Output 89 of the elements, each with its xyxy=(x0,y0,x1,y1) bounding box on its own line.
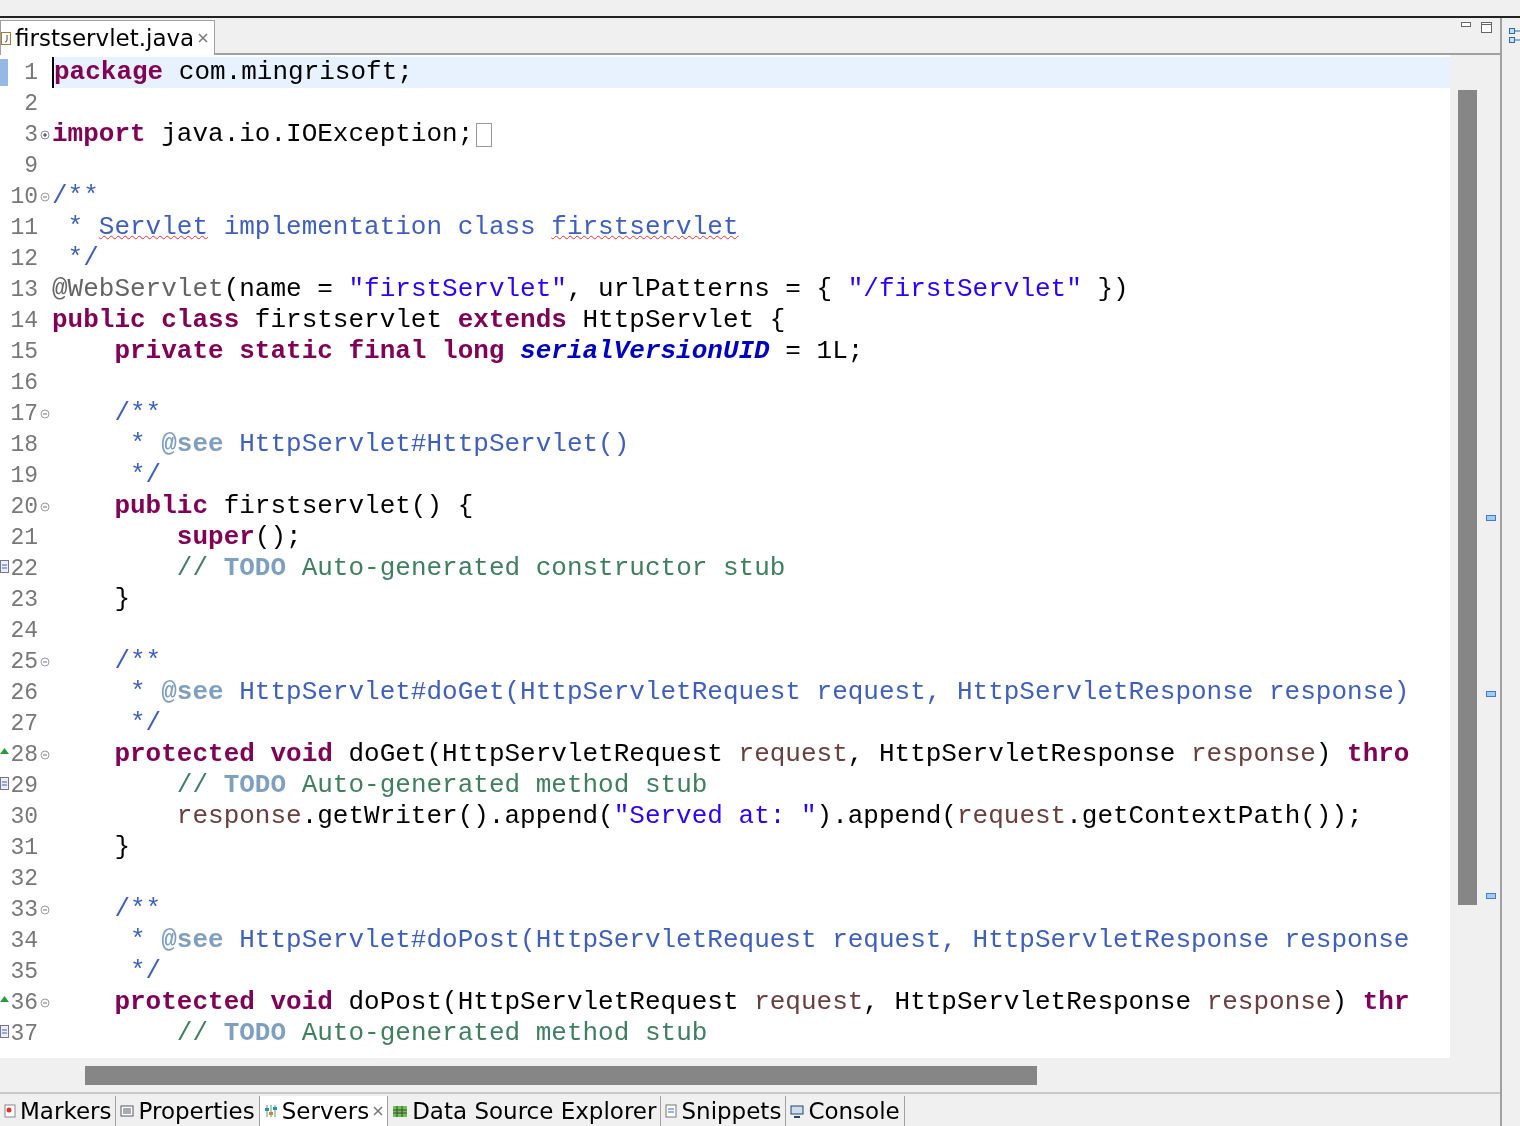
code-line: /** xyxy=(113,398,162,429)
line-number: 20 xyxy=(9,493,38,520)
code-line: /** xyxy=(52,181,99,212)
collapse-icon[interactable] xyxy=(40,657,50,667)
collapse-icon[interactable] xyxy=(40,502,50,512)
database-icon xyxy=(392,1104,409,1118)
line-number: 11 xyxy=(9,214,38,241)
line-number: 10 xyxy=(9,183,38,210)
overview-mark[interactable] xyxy=(1486,515,1496,521)
line-number: 31 xyxy=(9,834,38,861)
code-line: * @see HttpServlet#doPost(HttpServletRequest request, HttpServletResponse response xyxy=(129,925,1410,956)
line-number: 25 xyxy=(9,648,38,675)
line-number: 14 xyxy=(9,307,38,334)
code-line: } xyxy=(113,832,130,863)
code-line: * @see HttpServlet#HttpServlet() xyxy=(129,429,630,460)
code-line: */ xyxy=(129,708,162,739)
line-number: 13 xyxy=(9,276,38,303)
code-line: protected void doGet(HttpServletRequest request, HttpServletResponse response) thro xyxy=(113,739,1410,770)
code-line: protected void doPost(HttpServletRequest request, HttpServletResponse response) thr xyxy=(113,987,1410,1018)
code-line: */ xyxy=(129,956,162,987)
maximize-icon[interactable] xyxy=(1481,22,1492,33)
minimize-icon[interactable] xyxy=(1461,22,1471,27)
code-line: // TODO Auto-generated constructor stub xyxy=(175,553,786,584)
view-tab[interactable]: Servers xyxy=(259,1096,389,1126)
line-number: 24 xyxy=(9,617,38,644)
line-number: 9 xyxy=(23,152,38,179)
line-number: 17 xyxy=(9,400,38,427)
code-line: public class firstservlet extends HttpServlet { xyxy=(52,305,786,336)
line-number: 18 xyxy=(9,431,38,458)
code-line: public firstservlet() { xyxy=(113,491,474,522)
close-icon[interactable] xyxy=(373,1106,384,1116)
code-line: } xyxy=(113,584,130,615)
sliders-icon xyxy=(263,1104,278,1118)
line-number: 34 xyxy=(9,927,38,954)
overview-mark[interactable] xyxy=(1486,893,1496,899)
folded-code-icon[interactable] xyxy=(476,122,493,147)
markers-icon xyxy=(4,1104,16,1118)
line-number: 23 xyxy=(9,586,38,613)
line-number: 16 xyxy=(9,369,38,396)
code-line: /** xyxy=(113,646,162,677)
line-number: 15 xyxy=(9,338,38,365)
outline-icon[interactable] xyxy=(1509,28,1520,44)
code-line: */ xyxy=(66,243,99,274)
line-number: 2 xyxy=(23,90,38,117)
line-number: 37 xyxy=(9,1020,38,1047)
code-line: package com.mingrisoft; xyxy=(52,57,413,88)
code-line: * @see HttpServlet#doGet(HttpServletRequest request, HttpServletResponse response) xyxy=(129,677,1410,708)
line-number: 1 xyxy=(23,59,38,86)
code-line: // TODO Auto-generated method stub xyxy=(175,1018,708,1049)
code-line: * Servlet implementation class firstservlet xyxy=(66,212,739,243)
line-number: 29 xyxy=(9,772,38,799)
line-number: 19 xyxy=(9,462,38,489)
code-line: response.getWriter().append("Served at: ").append(request.getContextPath()); xyxy=(175,801,1363,832)
vertical-scrollbar[interactable] xyxy=(1450,55,1500,1058)
scroll-thumb[interactable] xyxy=(85,1066,1037,1085)
editor-tab[interactable]: firstservlet.java xyxy=(0,20,216,55)
line-number: 30 xyxy=(9,803,38,830)
scroll-thumb[interactable] xyxy=(1458,90,1477,905)
tab-label: firstservlet.java xyxy=(15,25,195,51)
line-number: 3 xyxy=(23,121,38,148)
code-line: @WebServlet(name = "firstServlet", urlPatterns = { "/firstServlet" }) xyxy=(52,274,1129,305)
collapse-icon[interactable] xyxy=(40,905,50,915)
code-line: private static final long serialVersionUID = 1L; xyxy=(113,336,864,367)
monitor-icon xyxy=(790,1104,805,1118)
line-number: 27 xyxy=(9,710,38,737)
collapse-icon[interactable] xyxy=(40,409,50,419)
close-icon[interactable] xyxy=(198,33,209,43)
line-number: 12 xyxy=(9,245,38,272)
collapse-icon[interactable] xyxy=(40,750,50,760)
line-number: 36 xyxy=(9,989,38,1016)
java-file-icon xyxy=(1,31,11,45)
code-line: import java.io.IOException; xyxy=(52,119,474,150)
code-line: super(); xyxy=(175,522,302,553)
line-number: 22 xyxy=(9,555,38,582)
code-line: /** xyxy=(113,894,162,925)
collapse-icon[interactable] xyxy=(40,998,50,1008)
line-number: 26 xyxy=(9,679,38,706)
expand-icon[interactable] xyxy=(40,130,50,140)
line-number: 33 xyxy=(9,896,38,923)
line-number: 35 xyxy=(9,958,38,985)
document-icon xyxy=(665,1104,678,1118)
overview-mark[interactable] xyxy=(1486,691,1496,697)
collapse-icon[interactable] xyxy=(40,192,50,202)
list-icon xyxy=(120,1105,135,1117)
line-number: 28 xyxy=(9,741,38,768)
code-line: // TODO Auto-generated method stub xyxy=(175,770,708,801)
line-number: 21 xyxy=(9,524,38,551)
code-line: */ xyxy=(129,460,162,491)
line-number: 32 xyxy=(9,865,38,892)
